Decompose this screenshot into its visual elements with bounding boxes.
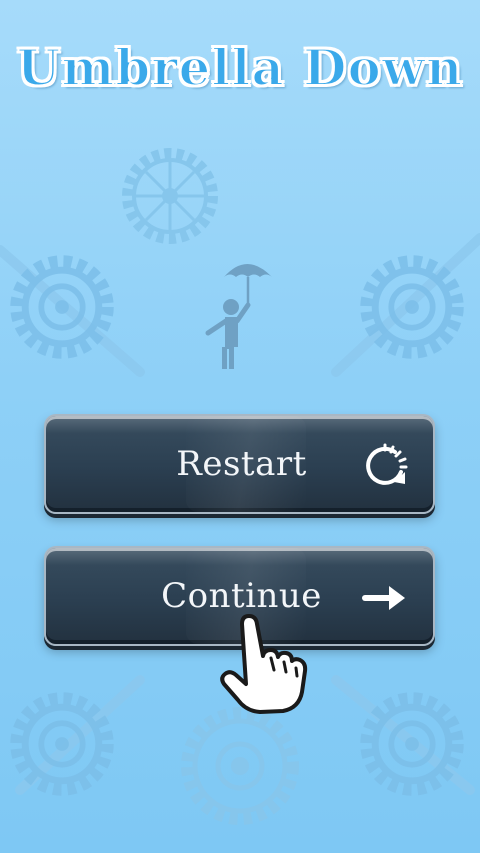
pointing-hand-icon bbox=[220, 614, 308, 714]
gear-icon bbox=[122, 148, 218, 244]
arrow-right-icon bbox=[362, 586, 405, 610]
game-title: Umbrella Down bbox=[16, 37, 464, 98]
umbrella-person-icon bbox=[205, 264, 272, 369]
restart-icon bbox=[366, 443, 408, 485]
restart-button[interactable]: Restart bbox=[44, 414, 435, 514]
